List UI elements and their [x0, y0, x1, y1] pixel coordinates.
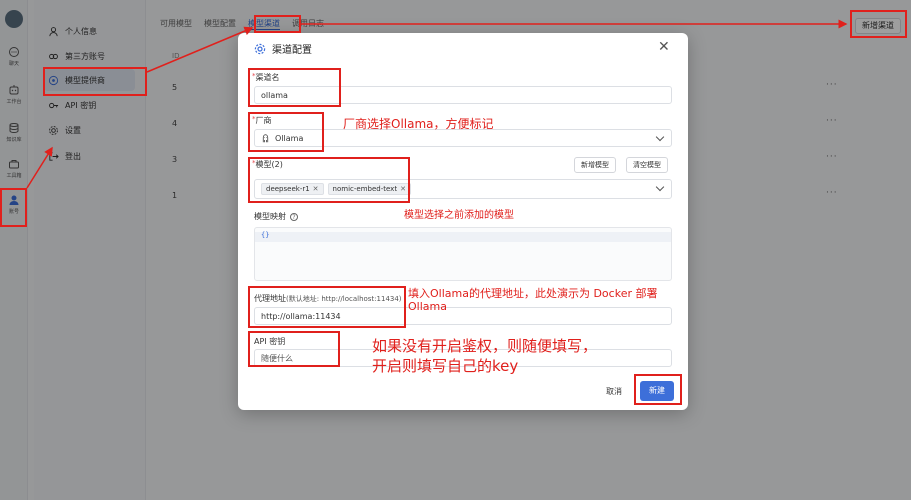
- close-icon[interactable]: ✕: [658, 39, 670, 55]
- dialog-header: 渠道配置: [254, 41, 312, 56]
- label-text: 模型映射: [254, 212, 286, 221]
- current-line: [255, 232, 671, 242]
- chevron-down-icon: [655, 182, 665, 192]
- annotation-box-channel-tab: [254, 15, 301, 33]
- annotation-models-note: 模型选择之前添加的模型: [404, 210, 514, 221]
- annotation-box-channel-name: [248, 68, 341, 107]
- annotation-box-model-provider: [43, 67, 147, 96]
- add-model-button[interactable]: 新增模型: [574, 157, 616, 173]
- help-icon[interactable]: ?: [290, 213, 298, 221]
- chevron-down-icon: [655, 132, 665, 142]
- annotation-vendor-note: 厂商选择Ollama，方便标记: [343, 117, 494, 131]
- editor-text: {}: [261, 231, 270, 239]
- annotation-box-account: [0, 188, 27, 227]
- annotation-key-note-1: 如果没有开启鉴权，则随便填写，: [372, 337, 598, 355]
- model-mapping-editor[interactable]: {}: [254, 227, 672, 281]
- settings-icon: [254, 43, 266, 54]
- annotation-box-vendor: [248, 112, 324, 152]
- annotation-box-proxy: [248, 286, 406, 328]
- annotation-box-new-channel: [850, 10, 907, 38]
- annotation-proxy-note-2: Ollama: [408, 300, 447, 313]
- annotation-box-create: [634, 374, 682, 405]
- model-mapping-label: 模型映射?: [254, 211, 298, 222]
- clear-models-button[interactable]: 清空模型: [626, 157, 668, 173]
- annotation-proxy-note-1: 填入Ollama的代理地址，此处演示为 Docker 部署: [408, 287, 658, 300]
- annotation-box-models: [248, 157, 410, 203]
- dialog-title: 渠道配置: [272, 45, 312, 56]
- cancel-button[interactable]: 取消: [598, 383, 630, 401]
- annotation-key-note-2: 开启则填写自己的key: [372, 357, 519, 375]
- annotation-box-api-key: [248, 331, 340, 367]
